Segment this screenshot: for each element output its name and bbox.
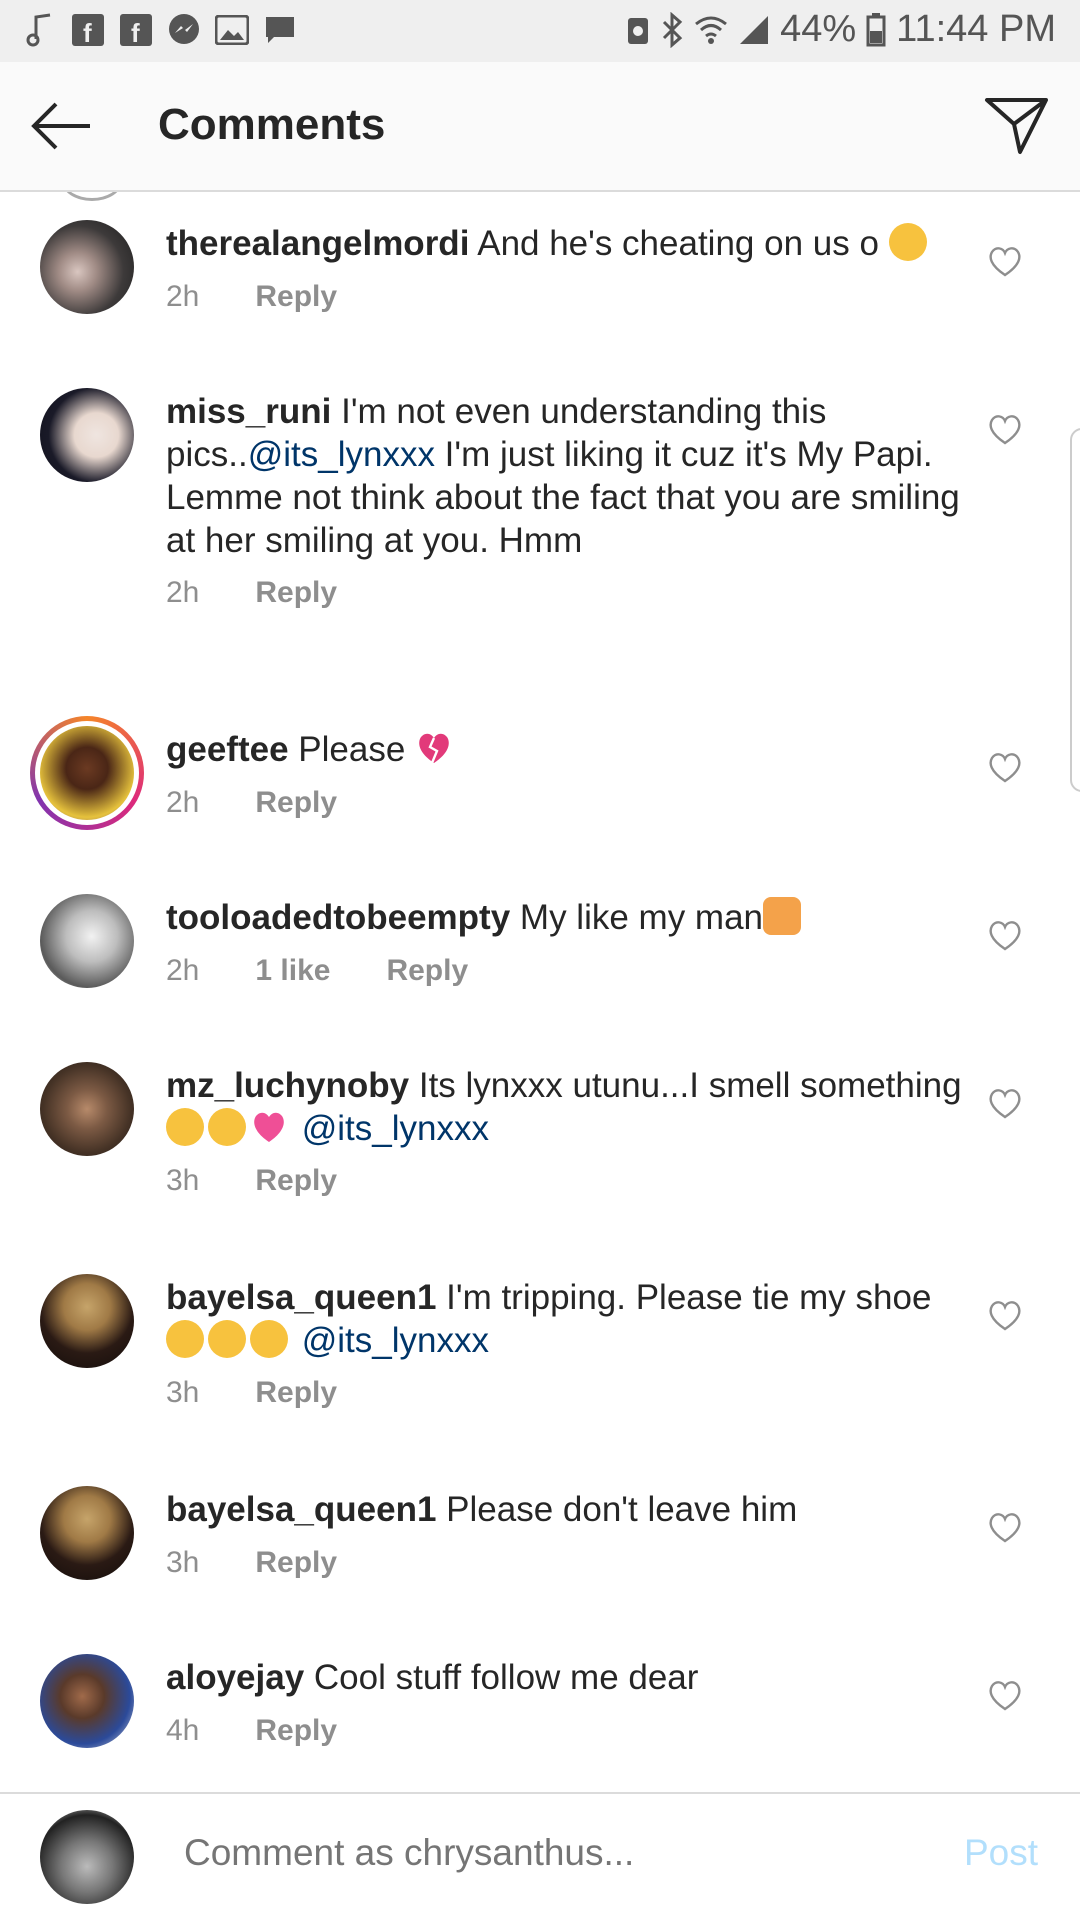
status-bar: f f 44% 11:44 PM (0, 0, 1080, 62)
avatar[interactable] (40, 220, 134, 314)
avatar[interactable] (40, 1486, 134, 1580)
clock: 11:44 PM (896, 8, 1056, 50)
heart-eyes-emoji-icon (166, 1320, 204, 1358)
unamused-face-emoji-icon (166, 1108, 204, 1146)
comment-time: 2h (166, 786, 200, 819)
system-status: 44% 11:44 PM (626, 8, 1056, 51)
like-heart-icon[interactable] (988, 1512, 1022, 1544)
reply-button[interactable]: Reply (255, 1546, 337, 1580)
notification-icons: f f (22, 12, 298, 48)
back-arrow-icon[interactable] (28, 98, 94, 154)
reply-button[interactable]: Reply (255, 576, 337, 610)
avatar[interactable] (40, 894, 134, 988)
comment-time: 2h (166, 280, 200, 313)
avatar[interactable] (40, 1274, 134, 1368)
comment-text: Cool stuff follow me dear (313, 1658, 699, 1697)
avatar[interactable] (40, 1062, 134, 1156)
comment-text: My like my man (519, 898, 764, 937)
heart-eyes-emoji-icon (250, 1320, 288, 1358)
comment-username[interactable]: bayelsa_queen1 (166, 1278, 436, 1317)
comment-time: 4h (166, 1714, 200, 1747)
scrollbar[interactable] (1070, 428, 1080, 792)
comment-username[interactable]: miss_runi (166, 392, 331, 431)
heart-eyes-emoji-icon (208, 1320, 246, 1358)
comment-username[interactable]: tooloadedtobeempty (166, 898, 510, 937)
comment-time: 3h (166, 1376, 200, 1409)
comment-composer: Post (0, 1792, 1080, 1922)
reply-button[interactable]: Reply (255, 1164, 337, 1198)
wifi-icon (695, 16, 728, 44)
comment-text: Its lynxxx utunu...I smell something (418, 1066, 962, 1105)
comment-text: Please don't leave him (446, 1490, 798, 1529)
like-heart-icon[interactable] (988, 246, 1022, 278)
like-heart-icon[interactable] (988, 920, 1022, 952)
comment-username[interactable]: therealangelmordi (166, 224, 469, 263)
bluetooth-icon (663, 11, 683, 48)
like-heart-icon[interactable] (988, 1088, 1022, 1120)
my-avatar (40, 1810, 134, 1904)
battery-icon (866, 12, 886, 46)
blushing-face-emoji-icon (208, 1108, 246, 1146)
story-ring[interactable] (30, 716, 144, 830)
reply-button[interactable]: Reply (386, 954, 468, 988)
mention-link[interactable]: @its_lynxxx (302, 1109, 489, 1148)
comment-time: 2h (166, 576, 200, 609)
like-heart-icon[interactable] (988, 1300, 1022, 1332)
avatar[interactable] (40, 1654, 134, 1748)
comment-time: 3h (166, 1164, 200, 1197)
avatar (40, 726, 134, 820)
raising-hands-person-emoji-icon (763, 897, 802, 935)
comment-text: And he's cheating on us o (477, 224, 879, 263)
like-heart-icon[interactable] (988, 1680, 1022, 1712)
comment-username[interactable]: mz_luchynoby (166, 1066, 409, 1105)
post-button[interactable]: Post (964, 1832, 1038, 1874)
comment-input[interactable] (184, 1832, 924, 1874)
comment-username[interactable]: aloyejay (166, 1658, 304, 1697)
music-note-icon (22, 12, 58, 48)
mention-link[interactable]: @its_lynxxx (248, 435, 435, 474)
reply-button[interactable]: Reply (255, 1376, 337, 1410)
comment-username[interactable]: geeftee (166, 730, 289, 769)
message-icon (262, 12, 298, 48)
like-heart-icon[interactable] (988, 752, 1022, 784)
comment-time: 2h (166, 954, 200, 987)
likes-count[interactable]: 1 like (255, 954, 330, 988)
battery-percent: 44% (780, 8, 857, 50)
comment-username[interactable]: bayelsa_queen1 (166, 1490, 436, 1529)
comment-list[interactable]: therealangelmordi And he's cheating on u… (0, 192, 1080, 1792)
avatar[interactable] (40, 388, 134, 482)
reply-button[interactable]: Reply (255, 1714, 337, 1748)
svg-text:f: f (131, 18, 140, 46)
gallery-icon (214, 12, 250, 48)
comment-text: Please (298, 730, 406, 769)
page-title: Comments (158, 100, 386, 149)
messenger-icon (166, 12, 202, 48)
facebook-icon: f (118, 12, 154, 48)
comments-header: Comments (0, 62, 1080, 192)
sparkling-heart-emoji-icon (250, 1108, 288, 1146)
like-heart-icon[interactable] (988, 414, 1022, 446)
mention-link[interactable]: @its_lynxxx (302, 1321, 489, 1360)
signal-icon (740, 15, 769, 44)
broken-heart-emoji-icon (415, 729, 453, 767)
svg-text:f: f (83, 18, 92, 46)
reply-button[interactable]: Reply (255, 786, 337, 820)
direct-send-icon[interactable] (984, 94, 1050, 156)
partial-avatar (62, 192, 122, 201)
facebook-icon: f (70, 12, 106, 48)
sync-icon (628, 17, 649, 44)
crying-face-emoji-icon (888, 223, 927, 261)
reply-button[interactable]: Reply (255, 280, 337, 314)
comment-text: I'm tripping. Please tie my shoe (446, 1278, 932, 1317)
comment-time: 3h (166, 1546, 200, 1579)
